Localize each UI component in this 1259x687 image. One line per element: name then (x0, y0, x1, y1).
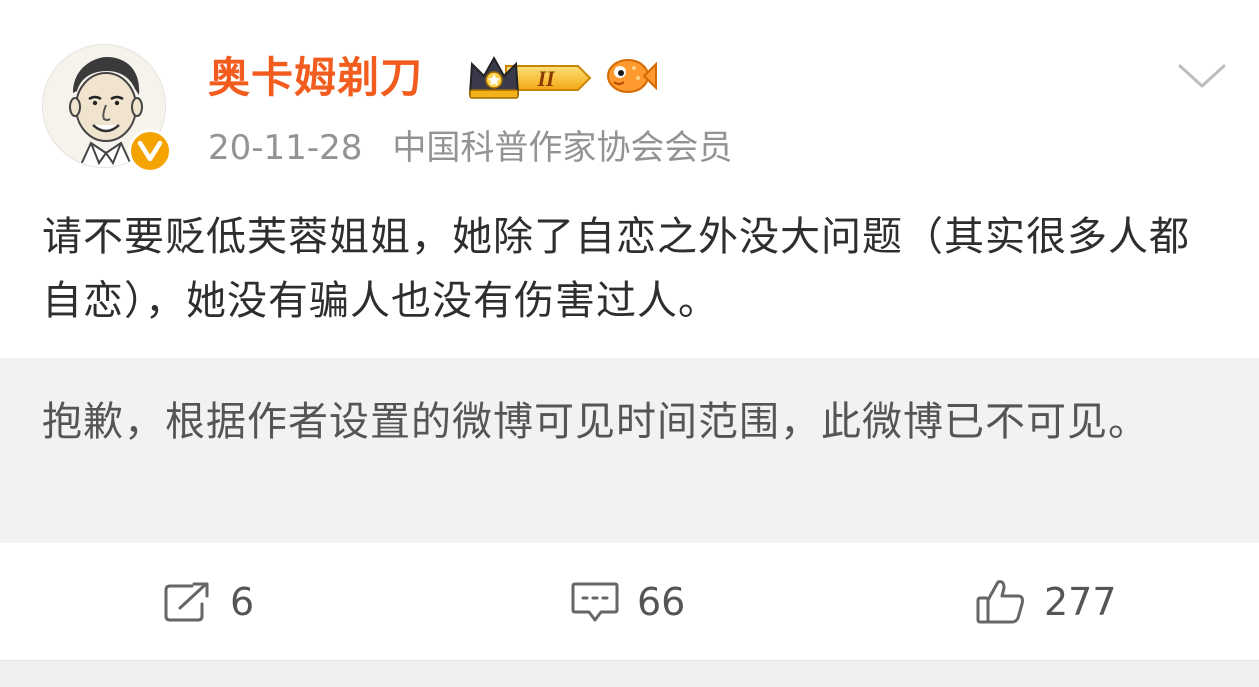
repost-icon (164, 582, 209, 621)
bottom-divider (0, 660, 1259, 687)
action-bar: 6 66 277 (0, 543, 1259, 660)
author-name[interactable]: 奥卡姆剃刀 (208, 48, 423, 108)
like-count: 277 (1044, 579, 1117, 624)
post-meta: 20-11-28 中国科普作家协会会员 (208, 124, 732, 172)
thumbs-up-icon (976, 579, 1024, 623)
verified-v-icon (128, 129, 172, 173)
author-avatar[interactable] (42, 44, 172, 173)
notice-text: 抱歉，根据作者设置的微博可见时间范围，此微博已不可见。 (42, 399, 1149, 445)
chevron-down-icon[interactable] (1176, 58, 1228, 94)
like-button[interactable]: 277 (974, 543, 1117, 660)
comment-count: 66 (637, 579, 686, 624)
repost-count: 6 (230, 579, 255, 624)
comment-icon (571, 582, 619, 621)
fish-badge-icon[interactable] (604, 54, 658, 98)
post-text: 请不要贬低芙蓉姐姐，她除了自恋之外没大问题（其实很多人都自恋），她没有骗人也没有… (42, 214, 1190, 324)
author-description: 中国科普作家协会会员 (392, 128, 733, 168)
crown-vip-icon[interactable]: II (466, 54, 594, 102)
comment-button[interactable]: 66 (569, 543, 685, 660)
post-date: 20-11-28 (208, 128, 363, 168)
vip-level-label: II (536, 66, 556, 91)
weibo-post-card: 奥卡姆剃刀 II 20-11-28 中国科普作家协会会员 请不要贬低芙蓉姐姐，她… (0, 0, 1259, 687)
repost-button[interactable]: 6 (162, 543, 254, 660)
hidden-post-notice: 抱歉，根据作者设置的微博可见时间范围，此微博已不可见。 (0, 358, 1259, 543)
